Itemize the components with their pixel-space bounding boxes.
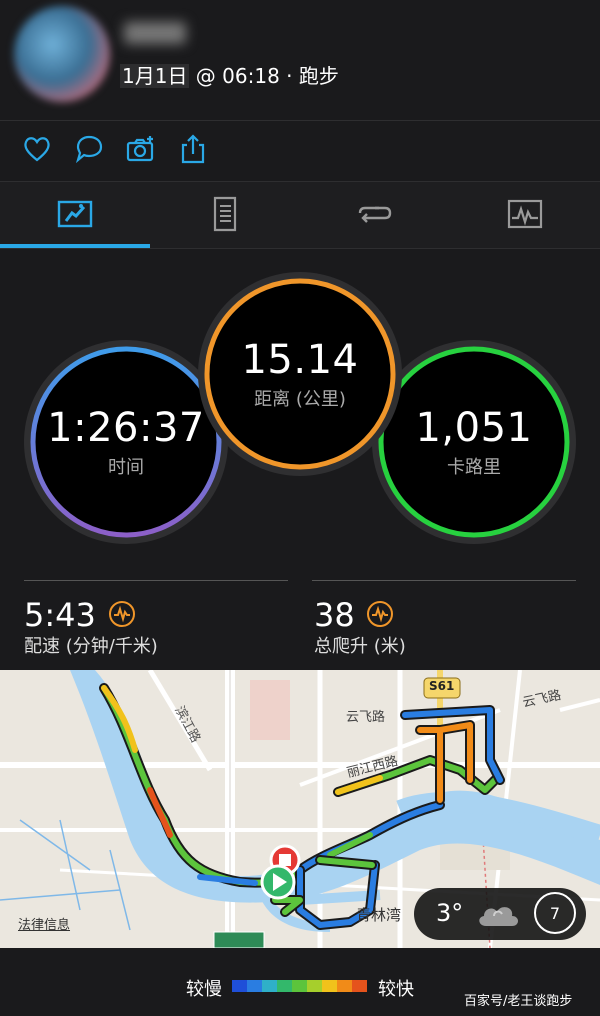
pace-value: 5:43 xyxy=(24,596,96,634)
compass-value: 7 xyxy=(549,903,561,923)
route-map[interactable]: 滨江路 云飞路 云飞路 丽江西路 青林湾 S61 法律信息 3° 7 xyxy=(0,670,600,948)
comment-icon xyxy=(75,135,103,164)
legend-color-swatch xyxy=(352,980,367,992)
legend-slower-label: 较慢 xyxy=(186,979,222,1000)
share-button[interactable] xyxy=(178,134,208,164)
weather-widget[interactable]: 3° 7 xyxy=(414,888,586,940)
distance-label: 距离 (公里) xyxy=(254,389,346,410)
highway-shield-label: S61 xyxy=(429,679,455,693)
ascent-info-icon[interactable] xyxy=(366,600,394,628)
legend-color-swatch xyxy=(247,980,262,992)
watermark: 百家号/老王谈跑步 xyxy=(464,994,573,1009)
map-label-yunfei: 云飞路 xyxy=(346,710,386,725)
tab-charts[interactable] xyxy=(507,196,543,232)
pace-info-icon[interactable] xyxy=(108,600,136,628)
tab-laps[interactable] xyxy=(357,196,393,232)
distance-value: 15.14 xyxy=(241,337,359,383)
tab-overview[interactable] xyxy=(57,196,93,232)
user-name-blurred xyxy=(124,22,186,44)
heart-icon xyxy=(24,137,50,162)
map-label-qinglinwan: 青林湾 xyxy=(356,906,402,924)
divider xyxy=(312,580,576,581)
divider xyxy=(24,580,288,581)
divider xyxy=(0,120,600,121)
ascent-label: 总爬升 (米) xyxy=(314,636,406,657)
calories-value: 1,051 xyxy=(415,405,533,451)
calories-label: 卡路里 xyxy=(447,457,501,478)
avatar[interactable] xyxy=(14,6,110,102)
like-button[interactable] xyxy=(22,134,52,164)
camera-plus-icon xyxy=(126,136,154,162)
calories-metric: 1,051 卡路里 xyxy=(378,350,570,534)
time-metric: 1:26:37 时间 xyxy=(30,350,222,534)
loop-icon xyxy=(358,206,392,223)
time-value: 1:26:37 xyxy=(47,405,205,451)
legend-color-swatch xyxy=(262,980,277,992)
time-label: 时间 xyxy=(108,457,144,478)
share-icon xyxy=(181,134,205,164)
tab-details[interactable] xyxy=(207,196,243,232)
cloud-icon xyxy=(479,907,518,926)
divider xyxy=(0,248,600,249)
add-photo-button[interactable] xyxy=(126,134,156,164)
legend-color-swatch xyxy=(322,980,337,992)
runner-chart-icon xyxy=(57,200,93,228)
legal-info-link[interactable]: 法律信息 xyxy=(18,914,70,933)
activity-time-type: @ 06:18 · 跑步 xyxy=(189,64,339,88)
chart-icon xyxy=(507,199,543,229)
legend-color-swatch xyxy=(337,980,352,992)
legend-faster-label: 较快 xyxy=(378,979,414,1000)
legend-color-swatch xyxy=(307,980,322,992)
legend-color-swatch xyxy=(277,980,292,992)
ascent-value: 38 xyxy=(314,596,355,634)
pace-color-scale xyxy=(232,980,367,992)
legend-color-swatch xyxy=(292,980,307,992)
activity-date: 1月1日 xyxy=(120,64,190,88)
compass-icon[interactable]: 7 xyxy=(534,892,576,934)
comment-button[interactable] xyxy=(74,134,104,164)
pace-label: 配速 (分钟/千米) xyxy=(24,636,158,657)
legend-color-swatch xyxy=(232,980,247,992)
weather-temp: 3° xyxy=(436,899,464,927)
distance-metric: 15.14 距离 (公里) xyxy=(204,282,396,466)
document-icon xyxy=(213,196,237,232)
activity-subtitle: 1月1日 @ 06:18 · 跑步 xyxy=(120,60,339,89)
